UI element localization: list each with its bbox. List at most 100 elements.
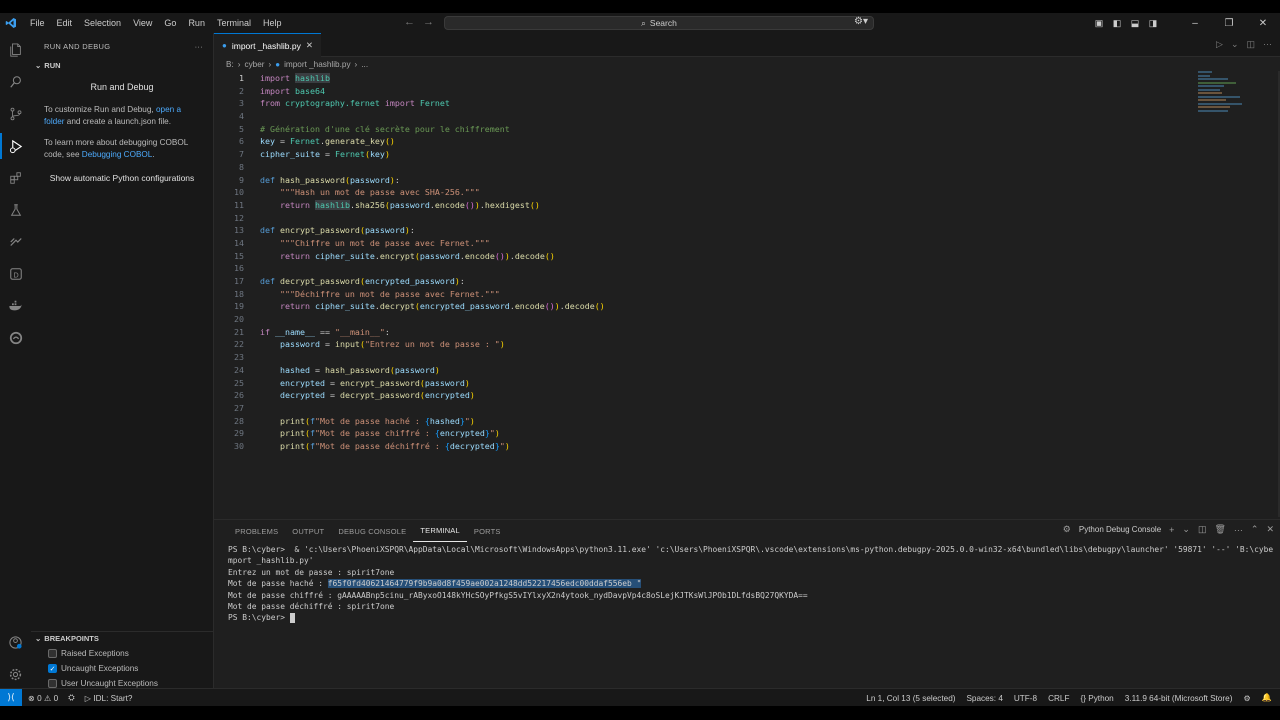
close-panel-icon[interactable]: ✕ [1266, 524, 1274, 535]
maximize-panel-icon[interactable]: ⌃ [1251, 524, 1259, 535]
tab-problems[interactable]: PROBLEMS [228, 520, 285, 542]
braces-icon: {} [1080, 693, 1086, 703]
customize-layout-icon[interactable]: ▣ [1090, 18, 1108, 29]
chevron-down-icon[interactable]: ⌄ [1231, 39, 1239, 50]
checkbox[interactable] [48, 679, 57, 688]
restore-icon[interactable]: ❐ [1212, 18, 1246, 29]
show-python-configurations[interactable]: Show automatic Python configurations [31, 173, 213, 183]
code-line: 6 key = Fernet.generate_key() [214, 135, 1194, 148]
forward-arrow-icon[interactable]: → [423, 16, 434, 28]
line-number: 21 [234, 326, 244, 337]
menu-help[interactable]: Help [257, 18, 288, 28]
breadcrumb-drive[interactable]: B: [226, 60, 234, 69]
problems-indicator[interactable]: ⊗ 0 ⚠ 0 [28, 693, 58, 703]
menu-view[interactable]: View [127, 18, 158, 28]
idl-label: IDL: Start? [93, 693, 133, 703]
customize-text-pre: To customize Run and Debug, [44, 105, 154, 114]
accounts-icon[interactable] [0, 629, 31, 655]
breakpoint-label: Uncaught Exceptions [61, 664, 139, 673]
tab-import-hashlib[interactable]: ● import _hashlib.py ✕ [214, 33, 321, 57]
close-icon[interactable]: ✕ [306, 40, 313, 51]
terminal-output[interactable]: PS B:\cyber> & 'c:\Users\PhoeniXSPQR\App… [228, 544, 1273, 624]
docker-icon[interactable] [0, 293, 31, 319]
close-icon[interactable]: ✕ [1246, 18, 1280, 29]
command-center-search[interactable]: ⌕ Search [444, 16, 874, 30]
extensions-icon[interactable] [0, 165, 31, 191]
menu-selection[interactable]: Selection [78, 18, 127, 28]
split-editor-icon[interactable]: ◫ [1246, 39, 1255, 50]
settings-gear-icon[interactable] [0, 661, 31, 687]
search-icon[interactable] [0, 69, 31, 95]
activity-bar: D [0, 33, 31, 688]
line-number: 5 [239, 123, 244, 134]
customize-text-post: and create a launch.json file. [66, 117, 171, 126]
minimap[interactable] [1198, 71, 1258, 117]
language-mode[interactable]: {} Python [1080, 694, 1113, 703]
debugging-cobol-link[interactable]: Debugging COBOL [82, 150, 153, 159]
tab-output[interactable]: OUTPUT [285, 520, 331, 542]
line-number: 1 [239, 73, 244, 83]
line-number: 11 [234, 199, 244, 210]
code-line: 9 def hash_password(password): [214, 174, 1194, 187]
indentation[interactable]: Spaces: 4 [966, 694, 1002, 703]
remote-indicator-icon[interactable]: ⟩⟨ [0, 688, 22, 707]
vscode-logo-icon [0, 13, 22, 33]
more-actions-icon[interactable]: ··· [1263, 39, 1272, 50]
terminal-name[interactable]: Python Debug Console [1079, 525, 1161, 534]
notifications-bell-icon[interactable]: 🔔 [1262, 693, 1272, 703]
minimap-line [1198, 88, 1220, 91]
copilot-icon[interactable]: ⚙▾ [854, 16, 868, 27]
files-icon[interactable] [0, 37, 31, 63]
menu-run[interactable]: Run [182, 18, 211, 28]
breadcrumb-symbol[interactable]: ... [361, 60, 368, 69]
checkbox[interactable] [48, 649, 57, 658]
tab-terminal[interactable]: TERMINAL [413, 520, 467, 542]
line-number: 3 [239, 98, 244, 109]
breakpoint-uncaught-exceptions[interactable]: ✓ Uncaught Exceptions [48, 661, 138, 676]
idl-status[interactable]: ▷ IDL: Start? [85, 693, 133, 703]
minimize-icon[interactable]: – [1178, 18, 1212, 29]
testing-icon[interactable] [0, 197, 31, 223]
tab-ports[interactable]: PORTS [467, 520, 508, 542]
breakpoints-header[interactable]: ⌄ BREAKPOINTS [31, 631, 214, 644]
run-section-header[interactable]: ⌄ RUN [31, 59, 213, 72]
tab-debug-console[interactable]: DEBUG CONSOLE [331, 520, 413, 542]
menu-file[interactable]: File [24, 18, 51, 28]
more-actions-icon[interactable]: ··· [195, 42, 203, 51]
menu-go[interactable]: Go [158, 18, 182, 28]
new-terminal-icon[interactable]: + [1169, 525, 1174, 535]
menu-terminal[interactable]: Terminal [211, 18, 257, 28]
encoding[interactable]: UTF-8 [1014, 694, 1037, 703]
line-number: 25 [234, 377, 244, 388]
toggle-secondary-sidebar-icon[interactable]: ◨ [1144, 18, 1162, 29]
edge-devtools-icon[interactable] [0, 325, 31, 351]
split-terminal-icon[interactable]: ◫ [1198, 524, 1207, 535]
end-of-line[interactable]: CRLF [1048, 694, 1069, 703]
copilot-status-icon[interactable]: ⚙ [1243, 693, 1250, 703]
toggle-panel-icon[interactable]: ⬓ [1126, 18, 1144, 29]
breadcrumb-folder[interactable]: cyber [244, 60, 264, 69]
breadcrumb-file[interactable]: import _hashlib.py [284, 60, 350, 69]
line-number: 19 [234, 301, 244, 312]
layout-controls: ▣ ◧ ⬓ ◨ – ❐ ✕ [1090, 13, 1280, 33]
run-debug-icon[interactable] [0, 133, 31, 159]
menu-edit[interactable]: Edit [51, 18, 79, 28]
code-line: 2 import base64 [214, 85, 1194, 98]
code-editor[interactable]: 1 import hashlib 2 import base64 3 from cry… [214, 72, 1194, 453]
back-arrow-icon[interactable]: ← [404, 16, 415, 28]
cursor-position[interactable]: Ln 1, Col 13 (5 selected) [866, 694, 955, 703]
toggle-primary-sidebar-icon[interactable]: ◧ [1108, 18, 1126, 29]
checkbox-checked[interactable]: ✓ [48, 664, 57, 673]
more-actions-icon[interactable]: ··· [1234, 525, 1243, 535]
debug-icon[interactable]: ⛭ [68, 693, 75, 703]
source-control-icon[interactable] [0, 101, 31, 127]
run-python-file-icon[interactable]: ▷ [1216, 39, 1223, 50]
breakpoint-raised-exceptions[interactable]: Raised Exceptions [48, 646, 129, 661]
python-interpreter[interactable]: 3.11.9 64-bit (Microsoft Store) [1125, 694, 1233, 703]
chevron-down-icon[interactable]: ⌄ [1182, 524, 1190, 535]
kill-terminal-icon[interactable]: 🗑 [1214, 524, 1225, 535]
line-number: 17 [234, 276, 244, 286]
cloud-code-icon[interactable]: D [0, 261, 31, 287]
remote-explorer-icon[interactable] [0, 229, 31, 255]
error-count: 0 [37, 693, 42, 703]
